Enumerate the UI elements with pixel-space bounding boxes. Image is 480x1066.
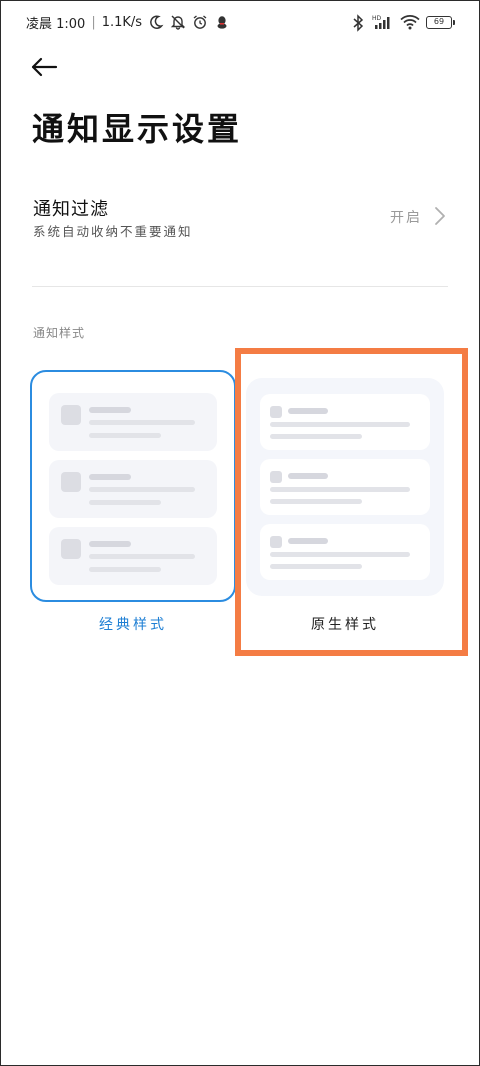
classic-style-preview[interactable] bbox=[30, 370, 236, 602]
preview-line bbox=[270, 564, 362, 569]
divider bbox=[32, 286, 448, 287]
wifi-icon bbox=[400, 14, 420, 30]
qq-icon bbox=[214, 14, 230, 30]
preview-notification bbox=[49, 527, 217, 585]
status-right: HD 69 bbox=[350, 12, 455, 32]
style-option-classic[interactable]: 经典样式 bbox=[30, 370, 236, 634]
preview-line bbox=[270, 499, 362, 504]
status-bar: 凌晨 1:00 | 1.1K/s HD 69 bbox=[0, 0, 480, 44]
preview-line bbox=[89, 541, 131, 547]
style-option-native[interactable]: 原生样式 bbox=[242, 370, 448, 634]
preview-thumb bbox=[61, 539, 81, 559]
preview-line bbox=[89, 567, 161, 572]
preview-thumb bbox=[270, 471, 282, 483]
arrow-left-icon bbox=[30, 56, 58, 82]
section-label: 通知样式 bbox=[33, 326, 86, 340]
preview-line bbox=[89, 487, 195, 492]
page-title: 通知显示设置 bbox=[32, 110, 243, 148]
filter-title: 通知过滤 bbox=[33, 199, 109, 220]
network-speed: 1.1K/s bbox=[101, 14, 143, 30]
preview-notification bbox=[260, 524, 430, 580]
preview-notification bbox=[260, 394, 430, 450]
preview-line bbox=[89, 433, 161, 438]
preview-line bbox=[89, 474, 131, 480]
preview-thumb bbox=[270, 536, 282, 548]
preview-thumb bbox=[61, 405, 81, 425]
bell-off-icon bbox=[170, 14, 186, 30]
filter-subtitle: 系统自动收纳不重要通知 bbox=[33, 224, 193, 239]
preview-line bbox=[288, 473, 328, 479]
bluetooth-icon bbox=[350, 14, 366, 32]
preview-line bbox=[270, 434, 362, 439]
native-style-preview[interactable] bbox=[246, 378, 444, 596]
preview-notification bbox=[49, 393, 217, 451]
preview-thumb bbox=[61, 472, 81, 492]
preview-notification bbox=[49, 460, 217, 518]
chevron-right-icon bbox=[434, 206, 446, 230]
alarm-icon bbox=[192, 14, 208, 30]
preview-notification bbox=[260, 459, 430, 515]
preview-line bbox=[270, 552, 410, 557]
preview-thumb bbox=[270, 406, 282, 418]
status-left: 凌晨 1:00 | 1.1K/s bbox=[26, 13, 230, 32]
preview-line bbox=[270, 487, 410, 492]
status-time: 凌晨 1:00 bbox=[26, 16, 86, 32]
preview-line bbox=[89, 407, 131, 413]
preview-line bbox=[270, 422, 410, 427]
signal-icon: HD bbox=[372, 14, 394, 30]
preview-line bbox=[288, 538, 328, 544]
notification-filter-row[interactable]: 通知过滤 系统自动收纳不重要通知 开启 bbox=[32, 192, 448, 248]
svg-text:HD: HD bbox=[372, 15, 382, 22]
battery-icon: 69 bbox=[426, 15, 455, 29]
preview-line bbox=[89, 420, 195, 425]
classic-style-label: 经典样式 bbox=[99, 617, 167, 633]
back-button[interactable] bbox=[30, 54, 64, 84]
preview-line bbox=[89, 500, 161, 505]
preview-line bbox=[89, 554, 195, 559]
preview-line bbox=[288, 408, 328, 414]
moon-icon bbox=[148, 14, 164, 30]
status-separator: | bbox=[91, 14, 96, 30]
filter-value: 开启 bbox=[390, 210, 422, 226]
native-style-label: 原生样式 bbox=[311, 617, 379, 633]
